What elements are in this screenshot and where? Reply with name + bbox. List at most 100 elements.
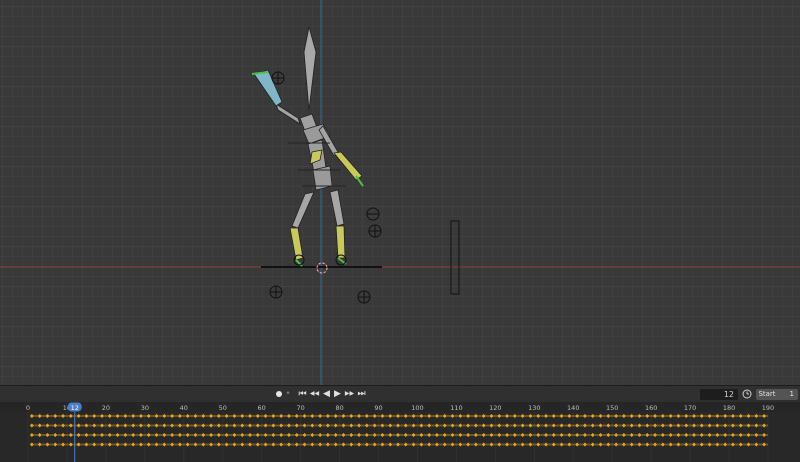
keyframe[interactable] [512,422,518,429]
keyframe[interactable] [418,413,424,419]
keyframe[interactable] [629,432,635,438]
keyframe[interactable] [224,441,230,448]
keyframe[interactable] [208,422,214,429]
keyframe[interactable] [410,413,417,419]
keyframe[interactable] [309,413,315,419]
keyframe[interactable] [130,441,136,448]
keyframe[interactable] [582,432,588,438]
keyframe[interactable] [286,441,292,448]
keyframe[interactable] [691,432,697,438]
keyframe[interactable] [130,422,136,429]
keyframe[interactable] [44,441,51,448]
keyframe[interactable] [683,422,689,429]
jump-end-icon[interactable]: ⏭ [356,388,367,400]
keyframe[interactable] [761,432,767,438]
keyframe[interactable] [107,441,113,448]
keyframe[interactable] [566,422,572,429]
keyframe[interactable] [192,441,199,448]
keyframe[interactable] [597,422,604,429]
keyframe[interactable] [387,432,393,438]
keyframe[interactable] [660,432,666,438]
keyframe[interactable] [527,413,534,419]
keyframe[interactable] [434,413,440,419]
keyframe[interactable] [239,441,245,448]
keyframe[interactable] [605,422,611,429]
keyframe[interactable] [348,413,354,419]
keyframe[interactable] [161,413,167,419]
keyframe[interactable] [231,441,238,448]
keyframe[interactable] [301,413,308,419]
keyframe[interactable] [122,422,128,429]
keyframe[interactable] [114,422,121,429]
keyframe[interactable] [356,432,362,438]
keyframe[interactable] [52,422,58,429]
keyframe[interactable] [410,441,417,448]
keyframe[interactable] [247,432,253,438]
keyframe[interactable] [395,432,401,438]
keyframe[interactable] [442,441,448,448]
keyframe[interactable] [644,413,650,419]
keyframe[interactable] [91,422,97,429]
keyframe[interactable] [691,413,697,419]
keyframe[interactable] [496,441,502,448]
keyframe[interactable] [68,441,74,448]
keyframe[interactable] [301,441,308,448]
keyframe[interactable] [753,413,759,419]
keyframe[interactable] [68,432,74,438]
keyframe[interactable] [636,422,643,429]
keyframe[interactable] [574,413,580,419]
keyframe[interactable] [348,432,354,438]
keyframe[interactable] [37,432,43,438]
keyframe[interactable] [301,422,308,429]
keyframe[interactable] [434,432,440,438]
keyframe[interactable] [76,422,82,429]
keyframe[interactable] [636,413,643,419]
keyframe[interactable] [512,413,518,419]
keyframe[interactable] [512,432,518,438]
keyframe[interactable] [60,422,66,429]
keyframe[interactable] [270,441,276,448]
keyframe[interactable] [699,441,705,448]
keyframe[interactable] [255,432,261,438]
keyframe[interactable] [169,413,175,419]
keyframe[interactable] [566,432,572,438]
keyframe[interactable] [675,413,682,419]
keyframe[interactable] [403,413,409,419]
keyframe[interactable] [29,441,35,448]
keyframe[interactable] [496,422,502,429]
keyframe[interactable] [325,432,331,438]
keyframe[interactable] [29,432,35,438]
clock-icon[interactable] [742,389,752,399]
keyframe[interactable] [426,432,432,438]
keyframe[interactable] [652,422,658,429]
keyframe[interactable] [520,422,526,429]
keyframe[interactable] [76,413,82,419]
keyframe[interactable] [488,441,495,448]
keyframe[interactable] [255,422,261,429]
keyframe[interactable] [379,413,386,419]
keyframe[interactable] [496,432,502,438]
keyframe[interactable] [247,441,253,448]
keyframe[interactable] [558,422,565,429]
keyframe[interactable] [465,432,471,438]
keyframe[interactable] [356,413,362,419]
keyframe[interactable] [481,422,487,429]
keyframe[interactable] [683,413,689,419]
keyframe[interactable] [200,441,206,448]
keyframe[interactable] [699,413,705,419]
keyframe[interactable] [613,432,619,438]
keyframe[interactable] [177,422,183,429]
keyframe[interactable] [107,422,113,429]
keyframe[interactable] [364,432,370,438]
keyframe[interactable] [418,422,424,429]
keyframe[interactable] [597,441,604,448]
keyframe[interactable] [722,432,728,438]
keyframe[interactable] [130,413,136,419]
keyframe[interactable] [465,441,471,448]
keyframe[interactable] [590,432,596,438]
record-button[interactable] [274,389,283,400]
keyframe[interactable] [551,441,557,448]
keyframe[interactable] [130,432,136,438]
keyframe[interactable] [185,441,191,448]
keyframe[interactable] [504,441,510,448]
